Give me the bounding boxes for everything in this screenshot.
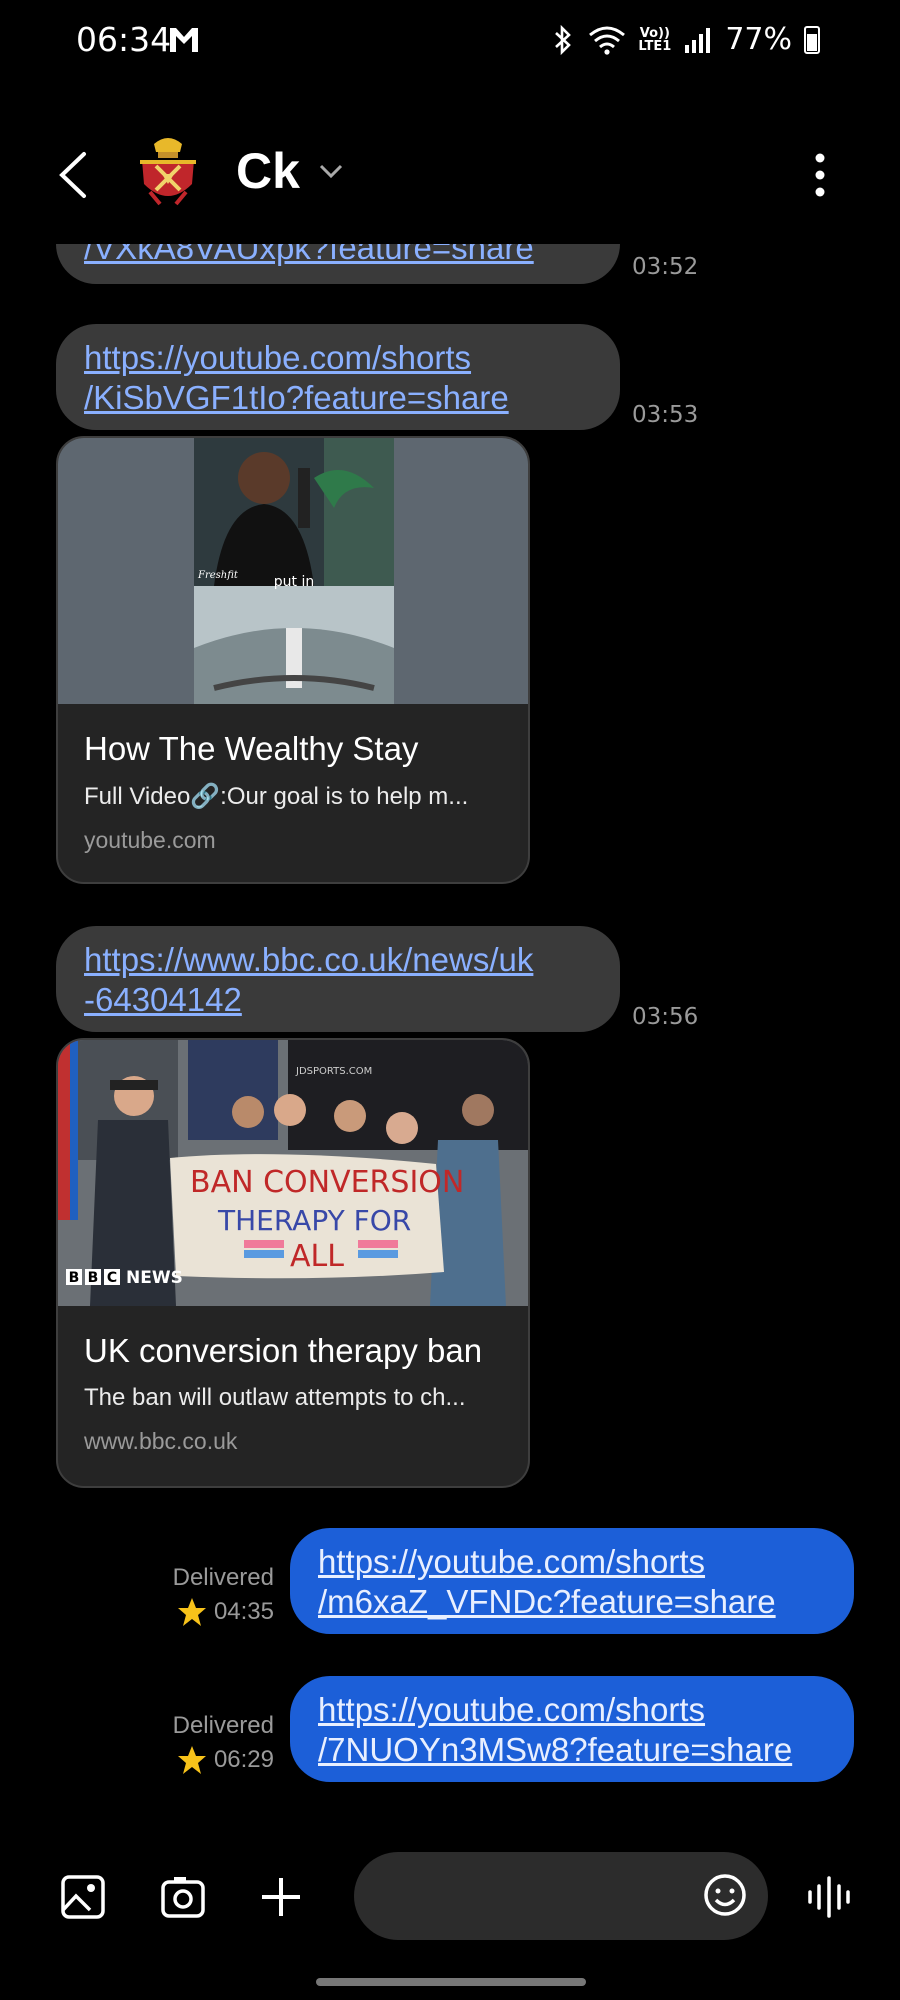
delivered-label: Delivered (172, 1564, 274, 1591)
link-preview-image: JDSPORTS.COM BAN CONVERSION THERAPY FOR … (58, 1040, 528, 1306)
more-options-icon[interactable] (812, 152, 828, 198)
link-preview-card[interactable]: JDSPORTS.COM BAN CONVERSION THERAPY FOR … (56, 1038, 530, 1488)
volte-indicator: Vo)) LTE1 (638, 25, 672, 54)
chevron-down-icon[interactable] (318, 158, 344, 184)
message-time: 03:52 (632, 254, 699, 280)
battery-percent: 77% (725, 22, 792, 57)
add-icon[interactable] (258, 1874, 304, 1920)
video-thumbnail: put in Freshfit (194, 438, 394, 704)
link-preview-description: Full Video🔗:Our goal is to help m... (84, 783, 469, 810)
message-bubble-outgoing[interactable]: https://youtube.com/shorts/m6xaZ_VFNDc?f… (290, 1528, 854, 1634)
wifi-icon (589, 26, 626, 55)
back-arrow-icon[interactable] (56, 150, 90, 200)
banner-text-line1: BAN CONVERSION (190, 1165, 464, 1200)
network-type: LTE1 (638, 38, 672, 54)
link-preview-description: The ban will outlaw attempts to ch... (84, 1384, 466, 1411)
voice-input-icon[interactable] (806, 1874, 852, 1920)
banner-text-line3: ALL (290, 1239, 344, 1274)
emoji-icon[interactable] (702, 1872, 748, 1918)
message-bubble-incoming[interactable]: https://www.bbc.co.uk/news/uk -64304142 (56, 926, 620, 1032)
gallery-icon[interactable] (60, 1874, 106, 1920)
delivery-status: Delivered 06:29 (140, 1712, 274, 1776)
contact-name[interactable]: Ck (236, 142, 300, 200)
message-bubble-incoming[interactable]: https://youtube.com/shorts/KiSbVGF1tIo?f… (56, 324, 620, 430)
link-preview-title: How The Wealthy Stay (84, 730, 419, 767)
message-link[interactable]: https://youtube.com/shorts/m6xaZ_VFNDc?f… (318, 1543, 776, 1620)
bbc-news-label: NEWS (126, 1268, 183, 1288)
message-time: 06:29 (213, 1746, 274, 1773)
news-photo: JDSPORTS.COM BAN CONVERSION THERAPY FOR … (58, 1040, 528, 1306)
message-link[interactable]: https://youtube.com/shorts/KiSbVGF1tIo?f… (84, 339, 509, 416)
bluetooth-icon (555, 24, 572, 55)
message-link[interactable]: https://youtube.com/shorts/7NUOYn3MSw8?f… (318, 1691, 792, 1768)
status-time: 06:34 (76, 20, 172, 59)
delivery-status: Delivered 04:35 (140, 1564, 274, 1628)
status-bar: 06:34 Vo)) LTE1 77% (0, 0, 900, 90)
conversation: /VXkA8VAUxpk?feature=share 03:52 https:/… (0, 244, 900, 1804)
bbc-letter: C (107, 1270, 117, 1286)
camera-icon[interactable] (160, 1874, 206, 1920)
star-icon (177, 1598, 206, 1626)
link-preview-title: UK conversion therapy ban (84, 1332, 483, 1369)
video-caption: put in (274, 574, 314, 590)
bbc-letter: B (88, 1270, 99, 1286)
message-link[interactable]: https://www.bbc.co.uk/news/uk -64304142 (84, 941, 533, 1018)
message-link[interactable]: /VXkA8VAUxpk?feature=share (84, 244, 534, 266)
message-time: 03:53 (632, 402, 699, 428)
message-time: 04:35 (213, 1598, 274, 1625)
banner-text-line2: THERAPY FOR (217, 1204, 411, 1237)
link-preview-card[interactable]: put in Freshfit How The Wealthy Stay Ful… (56, 436, 530, 884)
video-watermark: Freshfit (197, 570, 239, 581)
message-bubble-outgoing[interactable]: https://youtube.com/shorts/7NUOYn3MSw8?f… (290, 1676, 854, 1782)
delivered-label: Delivered (172, 1712, 274, 1739)
battery-icon (804, 25, 820, 54)
contact-avatar[interactable] (136, 134, 200, 208)
link-preview-domain: youtube.com (84, 827, 216, 853)
store-sign: JDSPORTS.COM (295, 1066, 372, 1077)
message-time: 03:56 (632, 1004, 699, 1030)
star-icon (177, 1746, 206, 1774)
bbc-letter: B (69, 1270, 80, 1286)
link-preview-image: put in Freshfit (58, 438, 528, 704)
home-indicator[interactable] (316, 1978, 586, 1986)
link-preview-domain: www.bbc.co.uk (84, 1428, 238, 1454)
status-right: Vo)) LTE1 77% (550, 22, 820, 57)
message-bubble-incoming[interactable]: /VXkA8VAUxpk?feature=share (56, 244, 620, 284)
gmail-notification-icon (170, 28, 198, 52)
signal-icon (685, 27, 711, 53)
